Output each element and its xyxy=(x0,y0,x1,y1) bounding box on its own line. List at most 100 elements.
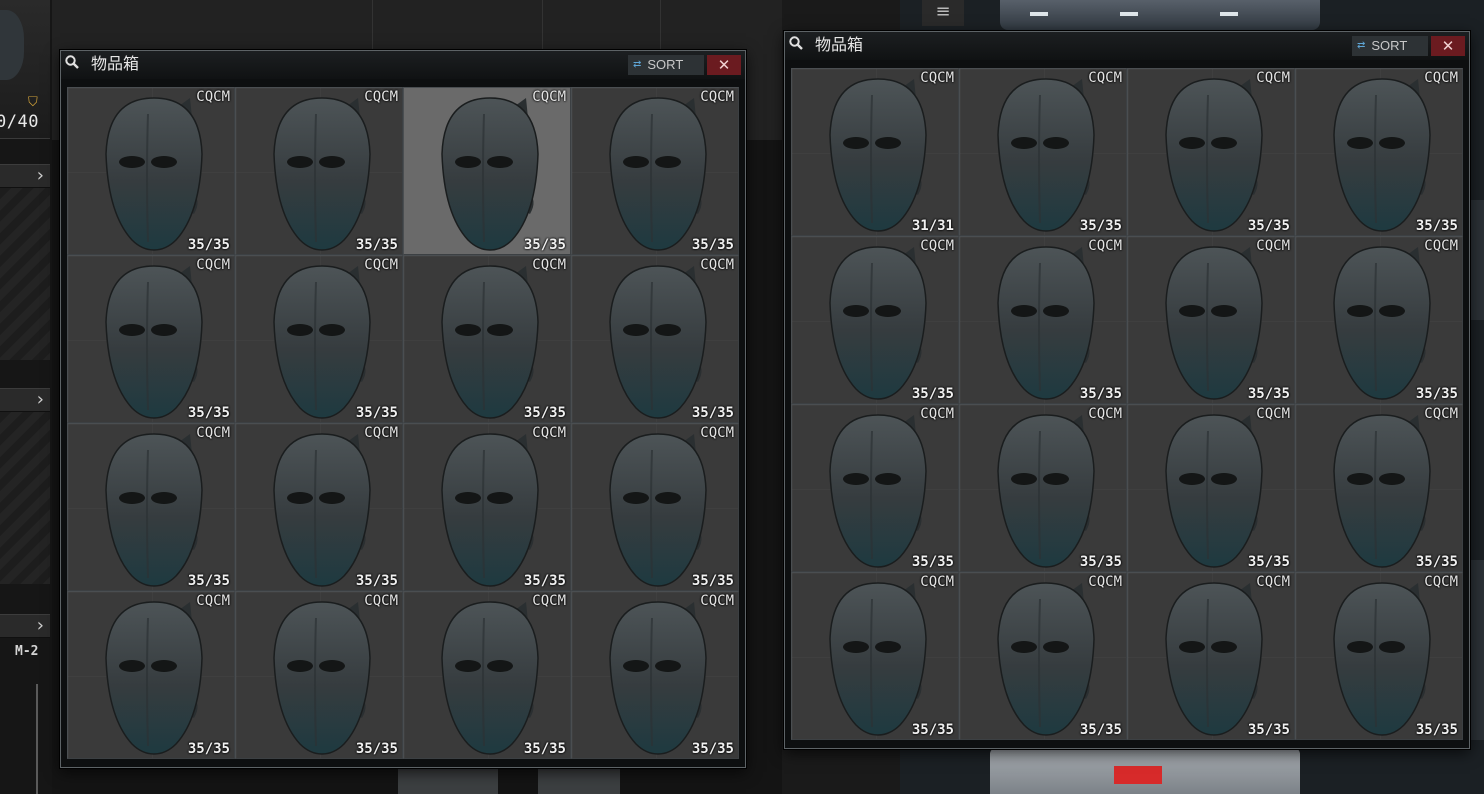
item-slot[interactable]: CQCM 35/35 xyxy=(1127,572,1295,740)
item-slot[interactable]: CQCM 35/35 xyxy=(67,423,235,591)
item-brand-label: CQCM xyxy=(1424,406,1458,422)
chevron-right-icon: › xyxy=(36,615,44,636)
item-durability-count: 35/35 xyxy=(911,554,954,570)
item-durability-count: 35/35 xyxy=(355,573,398,589)
item-brand-label: CQCM xyxy=(1256,238,1290,254)
item-slot[interactable]: CQCM 35/35 xyxy=(1127,404,1295,572)
item-brand-label: CQCM xyxy=(196,89,230,105)
slot-expand-bar[interactable]: › xyxy=(0,614,50,638)
weapon-slot-label: M-2 xyxy=(15,644,39,659)
item-slot[interactable]: CQCM 35/35 xyxy=(1127,68,1295,236)
helmet-slot[interactable]: ⛉ 0/40 xyxy=(0,0,50,139)
close-button[interactable]: ✕ xyxy=(1431,36,1465,56)
item-slot[interactable]: CQCM 35/35 xyxy=(791,404,959,572)
item-brand-label: CQCM xyxy=(196,257,230,273)
face-mask-icon xyxy=(252,430,382,590)
item-durability-count: 35/35 xyxy=(523,741,566,757)
item-durability-count: 35/35 xyxy=(691,573,734,589)
item-durability-count: 35/35 xyxy=(1079,218,1122,234)
face-mask-icon xyxy=(976,411,1106,571)
item-durability-count: 35/35 xyxy=(187,741,230,757)
item-brand-label: CQCM xyxy=(1088,406,1122,422)
item-slot[interactable]: CQCM 35/35 xyxy=(571,87,739,255)
item-durability-count: 35/35 xyxy=(1079,722,1122,738)
face-mask-icon xyxy=(420,94,550,254)
item-case-window[interactable]: 物品箱 ⇄ SORT ✕ CQCM 31/31 CQCM 35/35 CQCM … xyxy=(784,31,1470,749)
item-brand-label: CQCM xyxy=(532,89,566,105)
crate-light xyxy=(1120,12,1138,16)
item-brand-label: CQCM xyxy=(920,70,954,86)
item-slot[interactable]: CQCM 35/35 xyxy=(1295,236,1463,404)
item-slot[interactable]: CQCM 35/35 xyxy=(1127,236,1295,404)
stash-item[interactable] xyxy=(538,766,620,794)
item-slot[interactable]: CQCM 35/35 xyxy=(67,87,235,255)
item-brand-label: CQCM xyxy=(700,593,734,609)
slot-expand-bar[interactable]: › xyxy=(0,164,50,188)
equipment-panel: ⛉ 0/40 › › › M-2 xyxy=(0,0,53,794)
item-brand-label: CQCM xyxy=(364,257,398,273)
item-slot[interactable]: CQCM 35/35 xyxy=(235,591,403,759)
item-slot[interactable]: CQCM 35/35 xyxy=(235,255,403,423)
face-mask-icon xyxy=(1312,579,1442,739)
magnifier-icon[interactable] xyxy=(65,55,79,69)
item-slot[interactable]: CQCM 35/35 xyxy=(791,572,959,740)
magnifier-icon[interactable] xyxy=(789,36,803,50)
face-mask-icon xyxy=(84,94,214,254)
item-slot[interactable]: CQCM 35/35 xyxy=(959,236,1127,404)
item-slot[interactable]: CQCM 35/35 xyxy=(235,423,403,591)
item-durability-count: 35/35 xyxy=(187,237,230,253)
item-brand-label: CQCM xyxy=(1088,574,1122,590)
item-slot[interactable]: CQCM 35/35 xyxy=(1295,572,1463,740)
item-brand-label: CQCM xyxy=(196,593,230,609)
item-slot[interactable]: CQCM 35/35 xyxy=(67,591,235,759)
face-mask-icon xyxy=(84,262,214,422)
slot-expand-bar[interactable]: › xyxy=(0,388,50,412)
item-slot[interactable]: CQCM 35/35 xyxy=(235,87,403,255)
sort-button[interactable]: ⇄ SORT xyxy=(628,55,704,75)
crate-image xyxy=(990,748,1300,794)
window-header[interactable]: 物品箱 ⇄ SORT ✕ xyxy=(61,51,745,79)
window-header[interactable]: 物品箱 ⇄ SORT ✕ xyxy=(785,32,1469,60)
equipment-slot[interactable] xyxy=(0,412,50,584)
item-slot[interactable]: CQCM 35/35 xyxy=(959,572,1127,740)
item-durability-count: 35/35 xyxy=(355,741,398,757)
item-slot[interactable]: CQCM 35/35 xyxy=(571,423,739,591)
item-durability-count: 35/35 xyxy=(187,573,230,589)
item-brand-label: CQCM xyxy=(1424,574,1458,590)
face-mask-icon xyxy=(1144,75,1274,235)
face-mask-icon xyxy=(808,243,938,403)
face-mask-icon xyxy=(808,75,938,235)
stash-item[interactable] xyxy=(398,766,498,794)
item-slot[interactable]: CQCM 35/35 xyxy=(571,255,739,423)
item-slot[interactable]: CQCM 31/31 xyxy=(791,68,959,236)
item-case-window[interactable]: 物品箱 ⇄ SORT ✕ CQCM 35/35 CQCM 35/35 CQCM … xyxy=(60,50,746,768)
close-button[interactable]: ✕ xyxy=(707,55,741,75)
item-brand-label: CQCM xyxy=(1256,574,1290,590)
chevron-right-icon: › xyxy=(36,389,44,410)
face-mask-icon xyxy=(588,262,718,422)
equipment-slot[interactable] xyxy=(0,188,50,360)
item-slot[interactable]: CQCM 35/35 xyxy=(959,404,1127,572)
item-slot[interactable]: CQCM 35/35 xyxy=(403,255,571,423)
crate-light xyxy=(1220,12,1238,16)
item-slot[interactable]: CQCM 35/35 xyxy=(571,591,739,759)
item-durability-count: 35/35 xyxy=(1247,722,1290,738)
item-slot[interactable]: CQCM 35/35 xyxy=(1295,404,1463,572)
item-slot[interactable]: CQCM 35/35 xyxy=(1295,68,1463,236)
item-slot[interactable]: CQCM 35/35 xyxy=(403,87,571,255)
item-slot[interactable]: CQCM 35/35 xyxy=(791,236,959,404)
item-brand-label: CQCM xyxy=(1088,238,1122,254)
item-slot[interactable]: CQCM 35/35 xyxy=(959,68,1127,236)
slot-scrollbar[interactable] xyxy=(36,684,38,794)
item-durability-count: 35/35 xyxy=(911,386,954,402)
item-slot[interactable]: CQCM 35/35 xyxy=(67,255,235,423)
item-slot[interactable]: CQCM 35/35 xyxy=(403,591,571,759)
item-durability-count: 35/35 xyxy=(523,405,566,421)
item-brand-label: CQCM xyxy=(1424,70,1458,86)
item-brand-label: CQCM xyxy=(532,593,566,609)
sort-button[interactable]: ⇄ SORT xyxy=(1352,36,1428,56)
item-durability-count: 35/35 xyxy=(355,237,398,253)
item-slot[interactable]: CQCM 35/35 xyxy=(403,423,571,591)
item-brand-label: CQCM xyxy=(364,425,398,441)
item-brand-label: CQCM xyxy=(532,257,566,273)
